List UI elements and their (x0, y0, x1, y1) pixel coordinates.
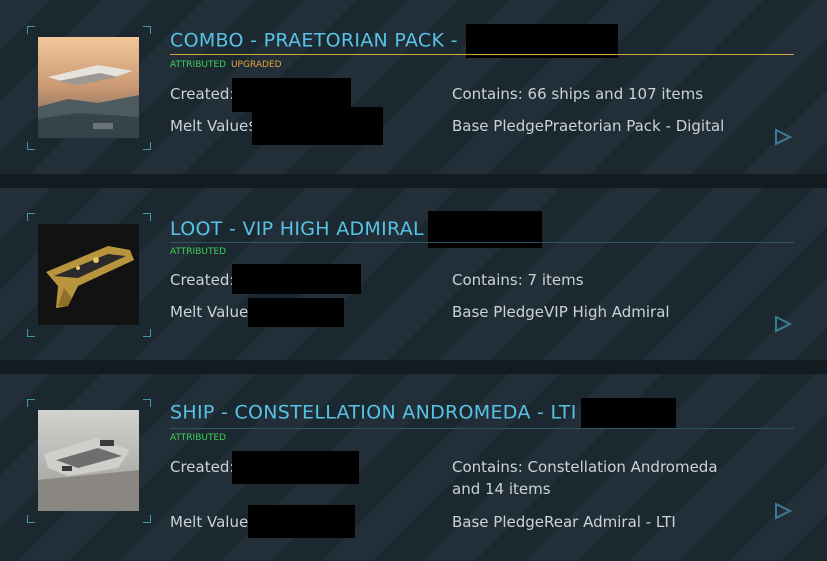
card-divider (0, 174, 827, 188)
pledge-title[interactable]: COMBO - PRAETORIAN PACK - (170, 24, 619, 58)
thumbnail-frame (27, 26, 151, 150)
gold-pistol-thumbnail (38, 224, 139, 325)
contains-field: Contains: 7 items (452, 271, 584, 289)
title-underline (170, 242, 794, 243)
expand-arrow-icon[interactable] (774, 315, 792, 333)
card-divider (0, 360, 827, 374)
title-underline (170, 428, 794, 429)
redacted-block (248, 298, 344, 327)
status-badges: ATTRIBUTED (170, 247, 226, 258)
created-field: Created: (170, 451, 359, 484)
melt-value-field: Melt Value$ (170, 505, 355, 538)
base-pledge-field: Base PledgeVIP High Admiral (452, 303, 670, 321)
pledge-card[interactable]: COMBO - PRAETORIAN PACK - ATTRIBUTED UPG… (0, 0, 827, 174)
redacted-block (466, 24, 619, 58)
status-badges: ATTRIBUTED (170, 433, 226, 444)
constellation-ship-thumbnail (38, 410, 139, 511)
melt-value-field: Melt Value$ (170, 298, 344, 327)
ship-over-city-thumbnail (38, 37, 139, 138)
melt-value-field: Melt Value$ (170, 107, 383, 145)
upgraded-badge: UPGRADED (230, 60, 282, 70)
thumbnail-frame (27, 399, 151, 523)
contains-field: Contains: 66 ships and 107 items (452, 85, 704, 103)
redacted-block (252, 107, 383, 145)
created-field: Created: (170, 78, 351, 112)
redacted-block (232, 451, 359, 484)
thumbnail-frame (27, 213, 151, 337)
pledge-card[interactable]: SHIP - CONSTELLATION ANDROMEDA - LTI ATT… (0, 374, 827, 561)
created-field: Created: (170, 264, 361, 294)
base-pledge-field: Base PledgePraetorian Pack - Digital (452, 117, 725, 135)
pledge-card[interactable]: LOOT - VIP HIGH ADMIRAL ATTRIBUTED Creat… (0, 188, 827, 360)
redacted-block (248, 505, 355, 538)
contains-field: Contains: Constellation Andromeda and 14… (452, 458, 718, 498)
attributed-badge: ATTRIBUTED (170, 433, 227, 443)
redacted-block (580, 398, 676, 428)
base-pledge-field: Base PledgeRear Admiral - LTI (452, 513, 676, 531)
pledge-title[interactable]: SHIP - CONSTELLATION ANDROMEDA - LTI (170, 398, 676, 428)
expand-arrow-icon[interactable] (774, 502, 792, 520)
redacted-block (232, 264, 361, 294)
title-underline (170, 54, 794, 55)
attributed-badge: ATTRIBUTED (170, 247, 227, 257)
attributed-badge: ATTRIBUTED (170, 60, 227, 70)
status-badges: ATTRIBUTED UPGRADED (170, 60, 282, 71)
expand-arrow-icon[interactable] (774, 128, 792, 146)
